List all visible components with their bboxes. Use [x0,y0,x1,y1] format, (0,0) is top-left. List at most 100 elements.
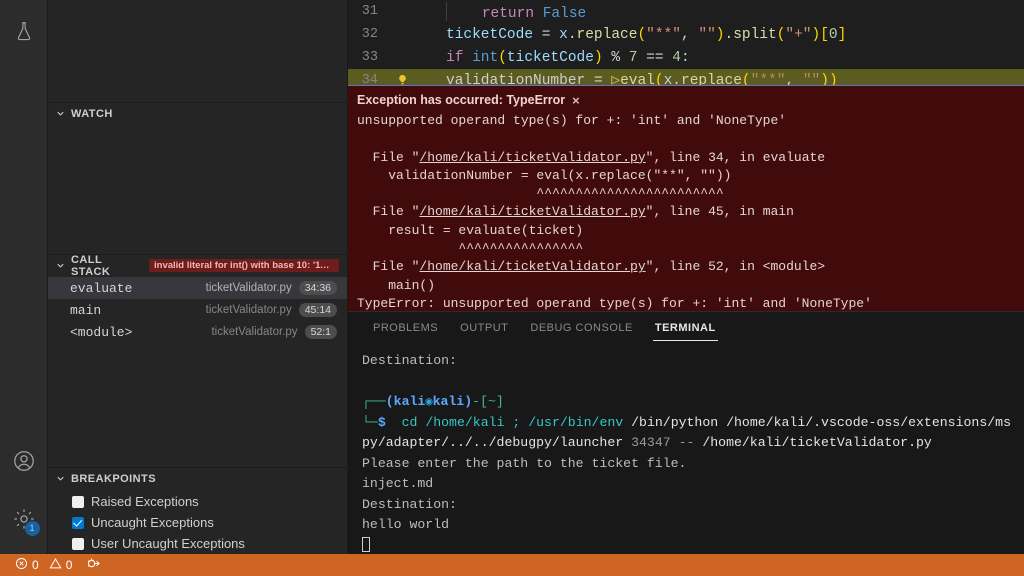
terminal-line-prompt-text: Please enter the path to the ticket file… [362,455,687,471]
editor-line-33[interactable]: 33 if int(ticketCode) % 7 == 4: [348,46,1024,69]
prompt-paren-open: ( [385,394,394,409]
frame-path-link[interactable]: /home/kali/ticketValidator.py [419,150,645,165]
cmd-env: /usr/bin/env [528,414,624,430]
warning-count: 0 [65,558,73,572]
activity-item-accounts[interactable] [0,438,48,486]
activity-item-manage[interactable]: 1 [0,496,48,544]
cmd-wrap: py/adapter/../../debugpy/launcher [362,435,624,450]
variables-section-area [48,0,347,102]
watch-list[interactable] [48,124,347,254]
editor-line-32[interactable]: 32 ticketCode = x.replace("**", "").spli… [348,23,1024,46]
prompt-user: kali [393,394,426,409]
checkbox-unchecked-icon[interactable] [72,537,84,550]
call-stack-error-badge: invalid literal for int() with base 10: … [149,259,339,272]
code-text: if int(ticketCode) % 7 == 4: [446,49,690,66]
terminal-line-destination: Destination: [362,353,457,368]
frame-path-link[interactable]: /home/kali/ticketValidator.py [419,259,645,274]
kali-dragon-icon: ◉ [425,395,433,409]
exception-final: TypeError: unsupported operand type(s) f… [357,295,872,311]
frame-position: 45:14 [298,303,337,317]
prompt-symbol: $ [377,414,386,430]
breakpoint-label: Raised Exceptions [91,494,199,509]
cmd-cd: cd /home/kali [401,414,505,430]
frame-name: <module> [70,324,133,340]
tab-problems[interactable]: PROBLEMS [362,312,449,343]
call-stack-frame-module[interactable]: <module> ticketValidator.py 52:1 [48,321,347,343]
frame-suffix: ", line 52, in <module> [645,259,826,275]
prompt-host: kali [432,394,465,409]
exception-frame-1: File "/home/kali/ticketValidator.py", li… [357,204,794,219]
frame-name: main [70,302,102,318]
call-stack-section-title: CALL STACK [71,253,111,278]
exception-body: unsupported operand type(s) for +: 'int'… [348,112,1024,311]
terminal-output[interactable]: Destination: ┌──(kali◉kali)-[~] └─$ cd /… [348,343,1024,554]
chevron-down-icon [54,107,67,120]
exception-widget: Exception has occurred: TypeError × unsu… [348,85,1024,311]
frame-position: 34:36 [298,281,337,295]
tab-output[interactable]: OUTPUT [449,312,519,343]
frame-name: evaluate [70,280,133,296]
cmd-port: 34347 [631,435,671,450]
editor-and-panel: 31 return False 32 ticketCode = x.replac… [348,0,1024,554]
panel-tab-bar: PROBLEMS OUTPUT DEBUG CONSOLE TERMINAL [348,312,1024,343]
frame-suffix: ", line 34, in evaluate [645,149,826,165]
debug-alt-icon [86,556,101,574]
terminal-line-hello-world: hello world [362,517,450,532]
breakpoint-user-uncaught-exceptions[interactable]: User Uncaught Exceptions [48,533,347,554]
frame-prefix: File " [357,149,420,165]
code-lines: 31 return False 32 ticketCode = x.replac… [348,0,1024,103]
line-number: 31 [361,4,378,19]
error-count: 0 [32,558,39,572]
terminal-line-user-input: inject.md [362,476,434,491]
chevron-down-icon [54,472,67,485]
breakpoint-uncaught-exceptions[interactable]: Uncaught Exceptions [48,512,347,533]
frame-position: 52:1 [304,325,337,339]
breakpoints-section-title: BREAKPOINTS [71,472,157,485]
frame-file: ticketValidator.py [205,304,292,316]
vscode-window: 1 WATCH CALL STACK invalid literal for i… [0,0,1024,576]
tab-terminal[interactable]: TERMINAL [644,312,727,343]
activity-bar: 1 [0,0,48,554]
status-bar: 0 0 [0,554,1024,576]
frame-carets: ^^^^^^^^^^^^^^^^ [357,241,584,257]
watch-section-header[interactable]: WATCH [48,102,347,124]
prompt-corner-bottom: └─ [362,414,378,430]
activity-bar-top [0,0,48,56]
error-circle-icon [15,557,28,573]
frame-prefix: File " [357,204,420,220]
line-number: 32 [361,27,378,42]
checkbox-checked-icon[interactable] [72,516,84,529]
terminal-line-destination-2: Destination: [362,496,457,512]
call-stack-list: evaluate ticketValidator.py 34:36 main t… [48,276,347,343]
call-stack-frame-evaluate[interactable]: evaluate ticketValidator.py 34:36 [48,277,347,299]
status-debug[interactable] [79,554,108,576]
exception-message: unsupported operand type(s) for +: 'int'… [357,113,787,128]
cmd-sep: ; [512,414,521,430]
frame-file: ticketValidator.py [211,326,298,338]
breakpoint-label: Uncaught Exceptions [91,515,214,530]
frame-code: validationNumber = eval(x.replace("**", … [357,167,732,183]
editor-line-31[interactable]: 31 return False [348,0,1024,23]
exception-frame-0: File "/home/kali/ticketValidator.py", li… [357,149,826,165]
breakpoints-section-header[interactable]: BREAKPOINTS [48,467,347,489]
breakpoint-raised-exceptions[interactable]: Raised Exceptions [48,491,347,512]
sidebar-spacer [48,343,347,467]
warning-triangle-icon [49,557,62,573]
close-icon[interactable]: × [572,94,580,107]
frame-code: main() [357,277,436,293]
cmd-rest: /bin/python /home/kali/.vscode-oss/exten… [631,414,1011,430]
tab-debug-console[interactable]: DEBUG CONSOLE [519,312,643,343]
terminal-cursor [362,536,370,552]
frame-carets: ^^^^^^^^^^^^^^^^^^^^^^^^ [357,186,724,202]
frame-file: ticketValidator.py [205,282,292,294]
activity-item-testing[interactable] [0,8,48,56]
call-stack-frame-main[interactable]: main ticketValidator.py 45:14 [48,299,347,321]
code-text: return False [446,1,586,22]
status-problems[interactable]: 0 0 [8,554,79,576]
frame-path-link[interactable]: /home/kali/ticketValidator.py [419,204,645,219]
workbench-body: 1 WATCH CALL STACK invalid literal for i… [0,0,1024,554]
code-editor[interactable]: 31 return False 32 ticketCode = x.replac… [348,0,1024,311]
checkbox-unchecked-icon[interactable] [72,495,84,508]
call-stack-section-header[interactable]: CALL STACK invalid literal for int() wit… [48,253,347,278]
prompt-corner-top: ┌── [362,394,386,409]
